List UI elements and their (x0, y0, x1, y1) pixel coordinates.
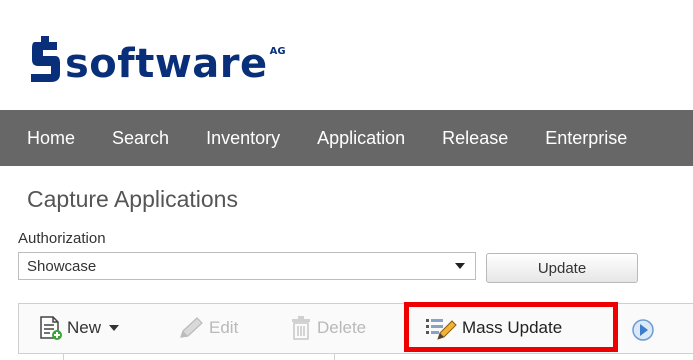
authorization-label: Authorization (18, 230, 106, 247)
software-ag-logo: software AG (27, 34, 286, 84)
nav-item-inventory[interactable]: Inventory (206, 128, 280, 149)
page-title: Capture Applications (27, 186, 238, 212)
next-button[interactable] (631, 316, 655, 344)
nav-item-home[interactable]: Home (27, 128, 75, 149)
mass-edit-icon (426, 319, 457, 340)
pencil-icon (180, 317, 203, 338)
edit-button-label: Edit (209, 318, 239, 337)
delete-button-label: Delete (317, 318, 367, 337)
chevron-down-icon (455, 263, 465, 269)
column-divider (63, 354, 64, 360)
authorization-select[interactable]: Showcase (18, 252, 476, 280)
brand-suffix: AG (269, 46, 286, 57)
nav-item-search[interactable]: Search (112, 128, 169, 149)
new-button[interactable]: New (37, 314, 120, 342)
mass-update-button[interactable]: Mass Update (424, 314, 562, 342)
nav-item-release[interactable]: Release (442, 128, 508, 149)
mass-update-button-label: Mass Update (462, 318, 563, 337)
table-header (18, 353, 693, 360)
delete-button[interactable]: Delete (289, 314, 366, 342)
nav-item-application[interactable]: Application (317, 128, 405, 149)
new-document-icon (40, 316, 62, 340)
authorization-selected-value: Showcase (27, 257, 97, 275)
chevron-down-icon (109, 325, 120, 331)
software-ag-logo-mark-icon (31, 36, 60, 82)
trash-icon (292, 316, 310, 340)
main-navigation: Home Search Inventory Application Releas… (0, 110, 693, 166)
edit-button[interactable]: Edit (177, 314, 238, 342)
arrow-right-circle-icon (632, 319, 654, 341)
toolbar: New Edit Delete Mass Update (18, 302, 693, 360)
nav-item-enterprise[interactable]: Enterprise (545, 128, 627, 149)
update-button[interactable]: Update (486, 253, 638, 283)
new-button-label: New (67, 318, 102, 337)
brand-name: software (65, 41, 268, 87)
column-divider (334, 354, 335, 360)
